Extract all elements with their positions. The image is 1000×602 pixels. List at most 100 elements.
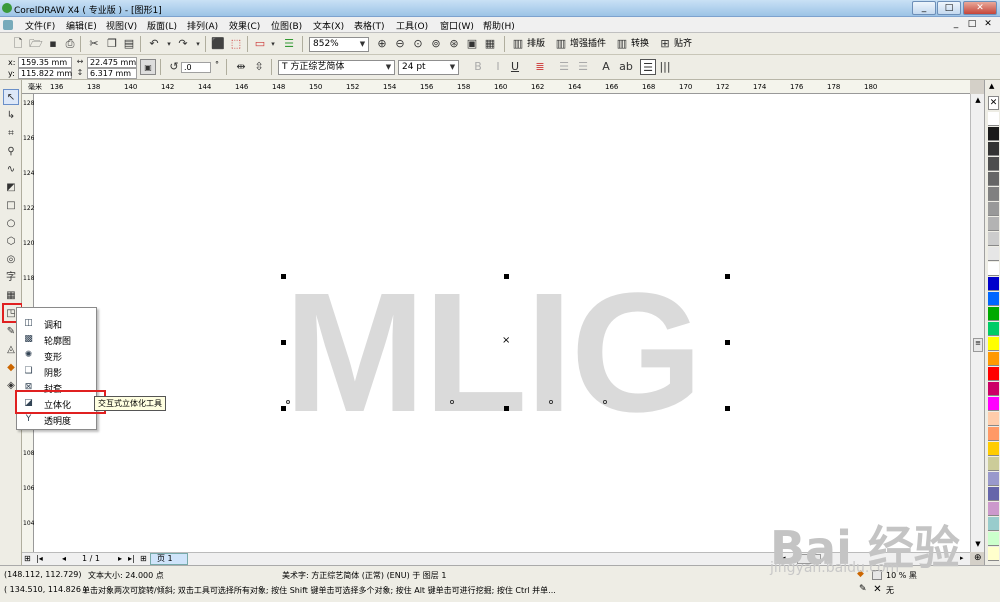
pick-tool-icon[interactable]: ↖ — [3, 89, 19, 105]
font-family-select[interactable]: T 方正综艺简体 ▼ — [278, 60, 395, 75]
mdi-restore-button[interactable]: □ — [966, 18, 978, 30]
print-icon[interactable]: ⎙ — [62, 36, 78, 52]
bold-icon[interactable]: B — [470, 59, 486, 75]
color-swatch[interactable] — [988, 217, 999, 231]
polygon-tool-icon[interactable]: ⬡ — [3, 234, 19, 250]
save-icon[interactable]: ▪ — [45, 36, 61, 52]
menu-table[interactable]: 表格(T) — [354, 19, 385, 32]
menu-layout[interactable]: 版面(L) — [147, 19, 177, 32]
redo-icon[interactable]: ↷ — [175, 36, 191, 52]
character-format-icon[interactable]: A — [598, 59, 614, 75]
color-swatch[interactable] — [988, 532, 999, 546]
menu-file[interactable]: 文件(F) — [25, 19, 55, 32]
italic-icon[interactable]: I — [490, 59, 506, 75]
minimize-button[interactable]: _ — [912, 1, 936, 15]
zoom-tool-icon[interactable]: ⚲ — [3, 144, 19, 160]
menu-effects[interactable]: 效果(C) — [229, 19, 260, 32]
scroll-thumb[interactable]: ≡ — [973, 338, 983, 352]
color-swatch[interactable] — [988, 187, 999, 201]
color-swatch[interactable] — [988, 157, 999, 171]
convert-icon[interactable]: ▥ — [614, 36, 630, 52]
text-node[interactable] — [450, 400, 454, 404]
flyout-item-transparency[interactable]: Ÿ 透明度 — [18, 412, 96, 427]
no-color-swatch-icon[interactable]: ✕ — [988, 96, 999, 110]
color-swatch[interactable] — [988, 337, 999, 351]
horizontal-text-icon[interactable]: ☰ — [640, 59, 656, 75]
rectangle-tool-icon[interactable]: □ — [3, 198, 19, 214]
color-swatch[interactable] — [988, 517, 999, 531]
color-swatch[interactable] — [988, 247, 999, 261]
selection-handle[interactable] — [725, 406, 730, 411]
color-swatch[interactable] — [988, 502, 999, 516]
selection-handle[interactable] — [725, 340, 730, 345]
shape-tool-icon[interactable]: ↳ — [3, 108, 19, 124]
crop-tool-icon[interactable]: ⌗ — [3, 126, 19, 142]
mdi-minimize-button[interactable]: _ — [950, 18, 962, 30]
edit-text-icon[interactable]: ab — [618, 59, 634, 75]
text-node[interactable] — [603, 400, 607, 404]
layout-button[interactable]: 排版 — [527, 36, 545, 52]
color-swatch[interactable] — [988, 442, 999, 456]
menu-arrange[interactable]: 排列(A) — [187, 19, 218, 32]
copy-icon[interactable]: ❐ — [104, 36, 120, 52]
flyout-item-contour[interactable]: ▩ 轮廓图 — [18, 332, 96, 347]
document-icon[interactable] — [3, 20, 13, 30]
drop-cap-icon[interactable]: ☰ — [575, 59, 591, 75]
zoom-width-icon[interactable]: ▣ — [464, 36, 480, 52]
enhance-plugin-button[interactable]: 增强插件 — [570, 36, 606, 52]
ellipse-tool-icon[interactable]: ○ — [3, 216, 19, 232]
selection-handle[interactable] — [504, 274, 509, 279]
zoom-height-icon[interactable]: ▦ — [482, 36, 498, 52]
navigator-icon[interactable]: ⊕ — [974, 553, 982, 563]
color-swatch[interactable] — [988, 172, 999, 186]
flyout-item-blend[interactable]: ◫ 调和 — [18, 316, 96, 331]
color-swatch[interactable] — [988, 322, 999, 336]
color-swatch[interactable] — [988, 412, 999, 426]
snap-button[interactable]: 贴齐 — [674, 36, 692, 52]
basic-shapes-tool-icon[interactable]: ◎ — [3, 252, 19, 268]
color-swatch[interactable] — [988, 397, 999, 411]
export-icon[interactable]: ⬚ — [228, 36, 244, 52]
width-field[interactable]: 22.475 mm — [87, 57, 137, 68]
freehand-tool-icon[interactable]: ∿ — [3, 162, 19, 178]
text-tool-icon[interactable]: 字 — [3, 270, 19, 286]
vertical-scrollbar[interactable]: ▲ ≡ ▼ — [970, 94, 984, 552]
mirror-horizontal-icon[interactable]: ⇹ — [233, 59, 249, 75]
zoom-page-icon[interactable]: ⊛ — [446, 36, 462, 52]
zoom-level-select[interactable]: 852% ▼ — [309, 37, 369, 52]
zoom-out-icon[interactable]: ⊖ — [392, 36, 408, 52]
import-icon[interactable]: ⬛ — [210, 36, 226, 52]
mirror-vertical-icon[interactable]: ⇳ — [251, 59, 267, 75]
color-swatch[interactable] — [988, 292, 999, 306]
selection-handle[interactable] — [504, 406, 509, 411]
menu-tools[interactable]: 工具(O) — [396, 19, 428, 32]
color-swatch[interactable] — [988, 547, 999, 561]
smart-fill-tool-icon[interactable]: ◩ — [3, 180, 19, 196]
plugin-icon[interactable]: ▥ — [553, 36, 569, 52]
color-swatch[interactable] — [988, 487, 999, 501]
lock-ratio-icon[interactable]: ▣ — [140, 59, 156, 75]
add-page-end-icon[interactable]: ⊞ — [140, 554, 147, 563]
open-icon[interactable]: 🗁 — [28, 36, 44, 52]
welcome-screen-icon[interactable]: ☰ — [281, 36, 297, 52]
selection-handle[interactable] — [281, 274, 286, 279]
color-swatch[interactable] — [988, 427, 999, 441]
menu-edit[interactable]: 编辑(E) — [66, 19, 97, 32]
menu-view[interactable]: 视图(V) — [106, 19, 137, 32]
zoom-selected-icon[interactable]: ⊙ — [410, 36, 426, 52]
vertical-text-icon[interactable]: ||| — [657, 59, 673, 75]
underline-icon[interactable]: U — [507, 59, 523, 75]
color-swatch[interactable] — [988, 127, 999, 141]
cut-icon[interactable]: ✂ — [86, 36, 102, 52]
text-align-icon[interactable]: ≣ — [532, 59, 548, 75]
palette-scroll-up-icon[interactable]: ▲ — [989, 82, 994, 90]
selection-handle[interactable] — [281, 406, 286, 411]
artistic-text-object[interactable]: MLIG — [284, 268, 703, 438]
color-swatch[interactable] — [988, 352, 999, 366]
font-size-select[interactable]: 24 pt ▼ — [398, 60, 459, 75]
add-page-icon[interactable]: ⊞ — [24, 554, 34, 564]
menu-window[interactable]: 窗口(W) — [440, 19, 474, 32]
layout-icon[interactable]: ▥ — [510, 36, 526, 52]
color-swatch[interactable] — [988, 202, 999, 216]
color-swatch[interactable] — [988, 382, 999, 396]
